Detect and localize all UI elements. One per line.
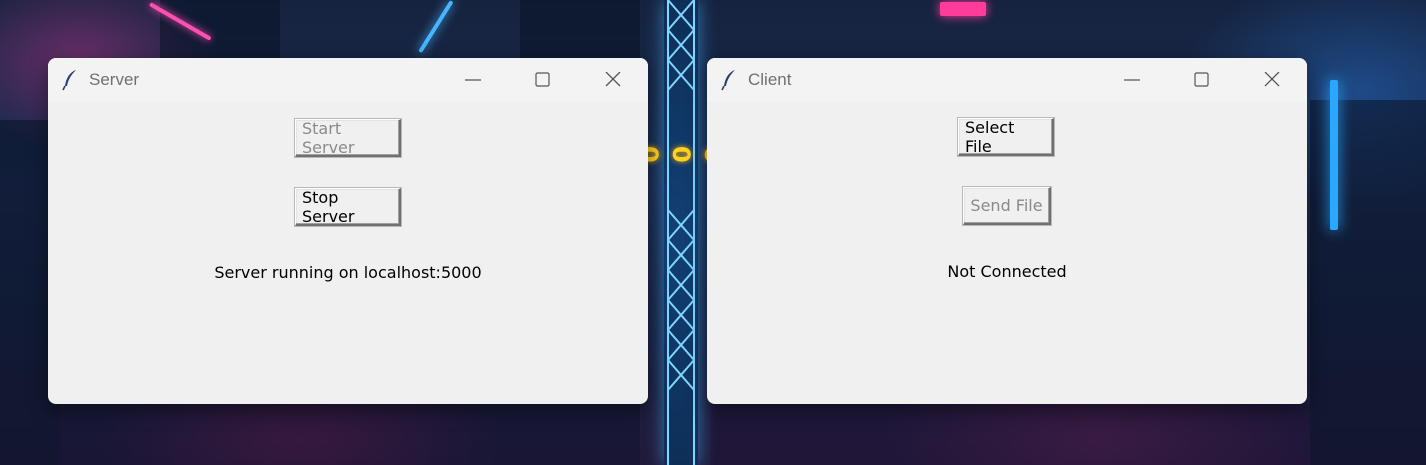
wallpaper-street [710, 404, 1310, 465]
desktop-wallpaper: 600 Server Start Server Stop Server Serv… [0, 0, 1426, 465]
close-icon [1264, 72, 1280, 87]
select-file-button[interactable]: Select File [958, 118, 1054, 156]
stop-server-button[interactable]: Stop Server [295, 188, 401, 226]
maximize-button[interactable] [1167, 58, 1237, 102]
client-status-label: Not Connected [947, 262, 1067, 281]
window-title: Server [89, 70, 140, 89]
start-server-button[interactable]: Start Server [295, 119, 401, 157]
maximize-icon [1194, 72, 1209, 87]
minimize-button[interactable] [438, 58, 508, 102]
client-titlebar[interactable]: Client [707, 58, 1307, 102]
server-window: Server Start Server Stop Server Server r… [48, 58, 648, 404]
wallpaper-street [60, 404, 640, 465]
wallpaper-building [160, 0, 280, 60]
tk-feather-icon [62, 70, 76, 91]
close-button[interactable] [1237, 58, 1307, 102]
minimize-icon [1124, 79, 1140, 81]
server-titlebar[interactable]: Server [48, 58, 648, 102]
maximize-button[interactable] [508, 58, 578, 102]
tk-feather-icon [721, 70, 735, 91]
wallpaper-neon-tower: 600 [635, 0, 727, 465]
close-icon [605, 72, 621, 87]
client-window: Client Select File Send File Not Connect… [707, 58, 1307, 404]
wallpaper-building [520, 0, 640, 58]
maximize-icon [535, 72, 550, 87]
wallpaper-building [1310, 100, 1426, 465]
minimize-icon [465, 79, 481, 81]
window-title: Client [748, 70, 792, 89]
wallpaper-neon-sign [940, 2, 986, 16]
wallpaper-neon-streak [418, 0, 454, 54]
wallpaper-neon-streak [1330, 80, 1338, 230]
send-file-button[interactable]: Send File [963, 187, 1051, 225]
server-status-label: Server running on localhost:5000 [214, 263, 482, 282]
close-button[interactable] [578, 58, 648, 102]
minimize-button[interactable] [1097, 58, 1167, 102]
